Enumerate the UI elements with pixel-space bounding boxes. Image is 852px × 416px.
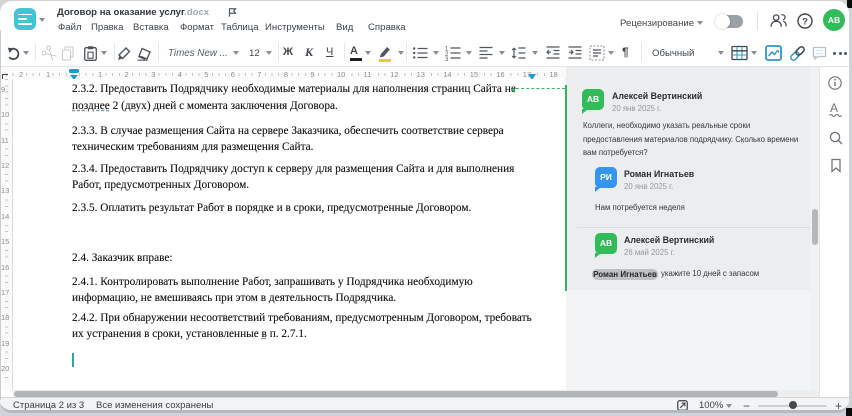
svg-text:A: A bbox=[830, 101, 838, 115]
svg-text:?: ? bbox=[802, 17, 808, 28]
svg-text:3: 3 bbox=[445, 57, 449, 61]
